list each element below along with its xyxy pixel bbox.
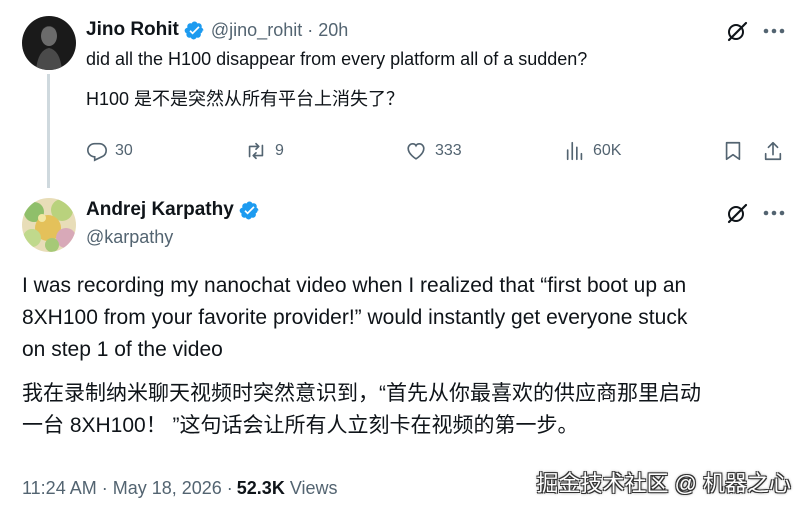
verified-icon: [184, 21, 204, 39]
reply-tweet-text-en: did all the H100 disappear from every pl…: [86, 49, 588, 69]
watermark: 掘金技术社区 @ 机器之心: [536, 471, 791, 496]
main-tweet-text-zh-line-1: 我在录制纳米聊天视频时突然意识到，“首先从你最喜欢的供应商那里启动: [22, 382, 701, 405]
like-button[interactable]: 333: [404, 140, 462, 162]
tweet-time[interactable]: 20h: [318, 20, 348, 41]
repost-button[interactable]: 9: [244, 140, 284, 162]
views-count: 60K: [593, 142, 622, 159]
reply-button[interactable]: 30: [86, 140, 133, 162]
main-tweet-text-en-line-3: on step 1 of the video: [22, 338, 223, 361]
tweet-timestamp[interactable]: 11:24 AM · May 18, 2026 ·: [22, 478, 233, 499]
views-count: 52.3K: [236, 478, 285, 498]
avatar-andrej-karpathy[interactable]: [22, 198, 76, 252]
author-name[interactable]: Andrej Karpathy: [86, 199, 234, 221]
more-icon[interactable]: [760, 200, 788, 226]
reply-tweet-actions: 30 9 333 60K: [86, 140, 790, 164]
like-icon: [407, 143, 425, 160]
main-tweet-text-zh-line-2: 一台 8XH100！ ”这句话会让所有人立刻卡在视频的第一步。: [22, 414, 579, 437]
grok-icon[interactable]: [724, 200, 750, 226]
share-icon: [764, 141, 782, 161]
views-icon: [566, 141, 583, 161]
author-handle[interactable]: @jino_rohit: [211, 20, 302, 41]
reply-tweet-text-zh: H100 是不是突然从所有平台上消失了？: [86, 89, 405, 109]
reply-icon: [87, 142, 107, 162]
like-count: 333: [435, 142, 462, 159]
repost-count: 9: [275, 142, 284, 159]
separator-dot: ·: [307, 19, 314, 40]
author-name[interactable]: Jino Rohit: [86, 19, 179, 41]
repost-icon: [248, 142, 264, 160]
main-tweet-header: Andrej Karpathy: [86, 199, 260, 221]
verified-icon: [239, 201, 259, 219]
share-button[interactable]: [762, 140, 791, 162]
reply-count: 30: [115, 142, 133, 159]
main-tweet-text-en-line-1: I was recording my nanochat video when I…: [22, 274, 687, 297]
tweet-metadata: 11:24 AM · May 18, 2026 · 52.3K Views: [22, 478, 338, 499]
grok-icon[interactable]: [724, 18, 750, 44]
reply-tweet-header: Jino Rohit @jino_rohit · 20h: [86, 19, 348, 41]
bookmark-button[interactable]: [722, 140, 751, 162]
main-tweet-text-en-line-2: 8XH100 from your favorite provider!” wou…: [22, 306, 688, 329]
views-label: Views: [289, 478, 338, 498]
bookmark-icon: [725, 141, 741, 161]
author-handle[interactable]: @karpathy: [86, 227, 173, 248]
avatar-jino-rohit[interactable]: [22, 16, 76, 70]
main-tweet-handle-row: @karpathy: [86, 227, 173, 248]
thread-connector-line: [47, 74, 50, 188]
views-button[interactable]: 60K: [564, 140, 621, 162]
more-icon[interactable]: [760, 18, 788, 44]
